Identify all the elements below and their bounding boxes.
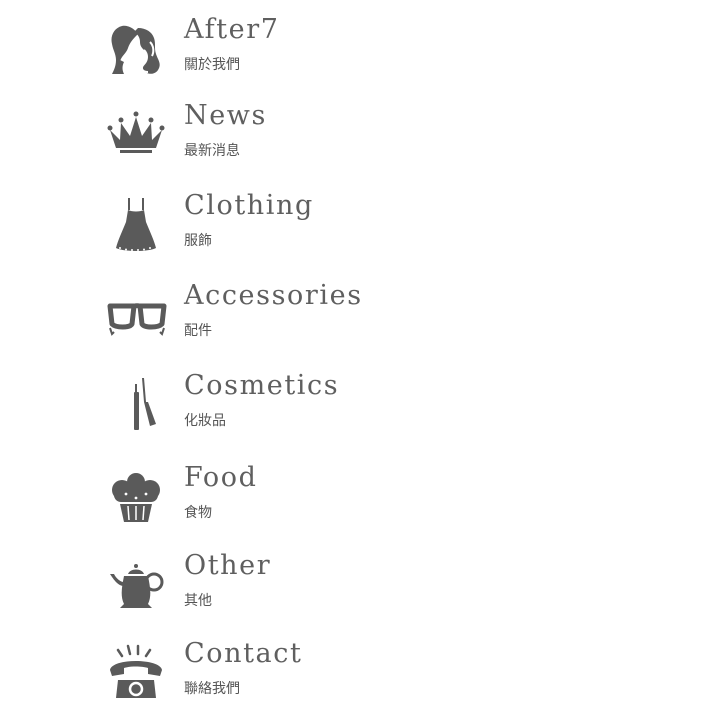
menu-item-title: Food	[184, 462, 258, 493]
menu-item-subtitle: 最新消息	[184, 143, 240, 159]
menu-item-other[interactable]: Other 其他	[104, 550, 424, 626]
main-menu: After7 關於我們 News 最新消息 Clothing 服飾 Access…	[0, 0, 726, 720]
crown-icon	[104, 106, 168, 170]
menu-item-title: After7	[184, 14, 280, 45]
menu-item-subtitle: 服飾	[184, 233, 212, 249]
menu-item-title: Other	[184, 550, 272, 581]
menu-item-title: Cosmetics	[184, 370, 340, 401]
menu-item-title: Contact	[184, 638, 303, 669]
cupcake-icon	[104, 468, 168, 532]
mascara-icon	[104, 376, 168, 440]
menu-item-accessories[interactable]: Accessories 配件	[104, 280, 424, 356]
menu-item-subtitle: 食物	[184, 505, 212, 521]
menu-item-news[interactable]: News 最新消息	[104, 100, 424, 176]
lady-silhouette-icon	[104, 20, 168, 84]
glasses-icon	[104, 286, 168, 350]
menu-item-after7[interactable]: After7 關於我們	[104, 14, 424, 90]
menu-item-subtitle: 聯絡我們	[184, 681, 240, 697]
menu-item-title: Accessories	[184, 280, 363, 311]
menu-item-clothing[interactable]: Clothing 服飾	[104, 190, 424, 266]
menu-item-cosmetics[interactable]: Cosmetics 化妝品	[104, 370, 424, 446]
menu-item-title: News	[184, 100, 267, 131]
menu-item-food[interactable]: Food 食物	[104, 462, 424, 538]
menu-item-subtitle: 其他	[184, 593, 212, 609]
teapot-icon	[104, 556, 168, 620]
menu-item-subtitle: 關於我們	[184, 57, 240, 73]
menu-item-subtitle: 化妝品	[184, 413, 226, 429]
menu-item-title: Clothing	[184, 190, 314, 221]
menu-item-subtitle: 配件	[184, 323, 212, 339]
telephone-icon	[104, 644, 168, 708]
menu-item-contact[interactable]: Contact 聯絡我們	[104, 638, 424, 714]
dress-icon	[104, 196, 168, 260]
